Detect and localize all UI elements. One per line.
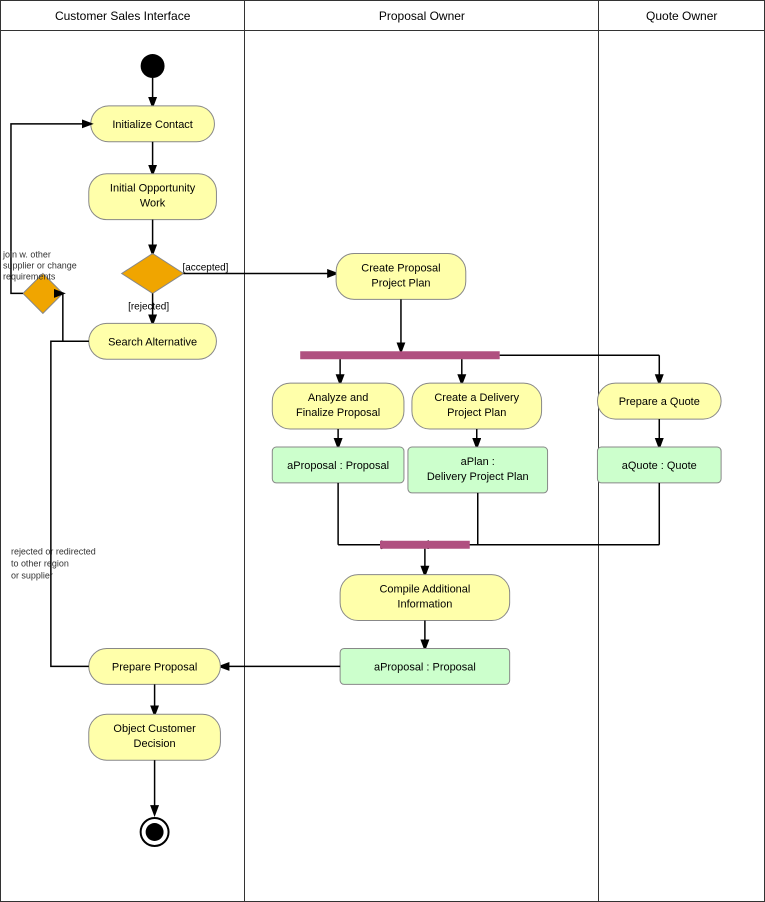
lane-customer	[1, 31, 245, 902]
header-quote: Quote Owner	[599, 1, 764, 30]
header-customer: Customer Sales Interface	[1, 1, 245, 30]
initialize-contact-node	[91, 121, 215, 157]
diagram-container: Customer Sales Interface Proposal Owner …	[0, 0, 765, 902]
lane-proposal	[245, 31, 599, 902]
swimlane-headers: Customer Sales Interface Proposal Owner …	[1, 1, 764, 31]
initial-opportunity-node	[89, 189, 217, 235]
swimlane-body	[1, 31, 764, 902]
lane-quote	[599, 31, 764, 902]
header-proposal: Proposal Owner	[245, 1, 599, 30]
